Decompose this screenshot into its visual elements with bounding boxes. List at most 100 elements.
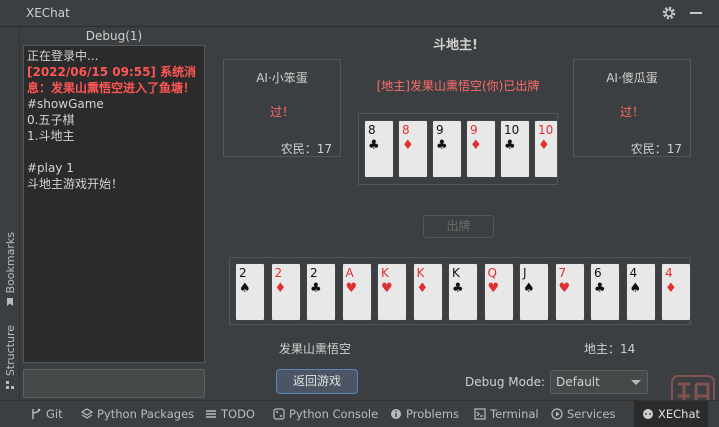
play-cards-button[interactable]: 出牌	[423, 215, 494, 238]
playing-card[interactable]: 7 ♥	[554, 263, 585, 321]
debug-mode-label: Debug Mode:	[465, 375, 546, 389]
card-suit-icon: ♦	[538, 138, 550, 153]
playing-card[interactable]: 2 ♠	[235, 263, 265, 321]
playing-card[interactable]: K ♣	[448, 263, 478, 321]
card-rank: 9	[436, 123, 444, 137]
card-suit-icon: ♠	[523, 281, 535, 296]
card-suit-icon: ♦	[416, 281, 429, 296]
layers-icon	[81, 408, 93, 419]
tab-terminal-label: Terminal	[490, 407, 539, 421]
log-line: 正在登录中...	[27, 49, 99, 63]
playing-card: 8 ♣	[364, 120, 394, 178]
debug-panel: Debug(1) 正在登录中... [2022/06/15 09:55] 系统消息…	[23, 27, 205, 399]
log-line: 0.五子棋	[27, 113, 75, 127]
card-rank: J	[523, 266, 527, 280]
card-suit-icon: ♥	[487, 281, 500, 296]
debug-mode-value: Default	[556, 375, 600, 389]
bookmark-icon	[7, 298, 13, 307]
tab-git-label: Git	[46, 407, 63, 421]
back-to-game-button[interactable]: 返回游戏	[276, 369, 358, 394]
playing-card: 10 ♣	[500, 120, 530, 178]
card-suit-icon: ♥	[345, 281, 358, 296]
info-icon	[391, 409, 401, 419]
tab-xechat[interactable]: XEChat	[634, 401, 709, 427]
card-suit-icon: ♣	[452, 281, 464, 296]
bottom-tool-bar: Git Python Packages TODO Python Console …	[0, 400, 719, 427]
debug-log: 正在登录中... [2022/06/15 09:55] 系统消息：发果山熏悟空进入…	[23, 45, 205, 363]
list-icon	[206, 410, 216, 418]
card-rank: 6	[594, 266, 602, 280]
playing-card[interactable]: 4 ♠	[625, 263, 656, 321]
ai-player-left: AI·小笨蛋 过！ 农民：17	[223, 59, 341, 157]
tab-services[interactable]: Services	[551, 401, 616, 427]
tab-services-label: Services	[567, 407, 616, 421]
play-icon	[551, 408, 563, 420]
card-suit-icon: ♥	[381, 281, 393, 296]
title-bar: XEChat	[0, 0, 719, 27]
log-line: #showGame	[27, 97, 104, 111]
ai-left-role: 农民：17	[280, 142, 332, 156]
tab-todo-label: TODO	[221, 407, 255, 421]
tab-git[interactable]: Git	[30, 401, 63, 427]
tab-xechat-label: XEChat	[658, 407, 701, 421]
card-suit-icon: ♣	[436, 138, 448, 153]
structure-tab-label: Structure	[3, 325, 17, 377]
game-area: 斗地主! AI·小笨蛋 过！ 农民：17 [地主]发果山熏悟空(你)已出牌 8 ♣…	[208, 27, 719, 400]
card-rank: K	[452, 266, 460, 280]
playing-card[interactable]: 2 ♣	[306, 263, 336, 321]
playing-card[interactable]: 2 ♦	[270, 263, 301, 321]
ai-left-status: 过！	[269, 105, 294, 119]
card-rank: 8	[368, 123, 376, 137]
card-suit-icon: ♣	[368, 138, 380, 153]
card-suit-icon: ♦	[470, 138, 482, 153]
card-rank: 8	[402, 123, 410, 137]
played-cards-area: 8 ♣ 8 ♦ 9 ♣ 9 ♦ 10 ♣ 10 ♦	[358, 113, 558, 185]
gear-icon[interactable]	[661, 5, 677, 21]
card-suit-icon: ♦	[274, 281, 287, 296]
bookmarks-tab-label: Bookmarks	[3, 232, 17, 294]
tab-todo[interactable]: TODO	[205, 401, 255, 427]
card-suit-icon: ♦	[402, 138, 414, 153]
chevron-down-icon	[631, 380, 641, 385]
playing-card[interactable]: A ♥	[341, 263, 372, 321]
tab-python-console[interactable]: Python Console	[273, 401, 378, 427]
log-line: #play 1	[27, 161, 74, 175]
debug-mode-select[interactable]: Default	[550, 370, 648, 394]
python-icon	[273, 408, 285, 420]
tab-problems[interactable]: Problems	[390, 401, 459, 427]
playing-card: 10 ♦	[534, 120, 557, 178]
debug-title: Debug(1)	[85, 29, 143, 43]
ai-left-name: AI·小笨蛋	[256, 71, 308, 85]
ai-right-status: 过！	[619, 105, 644, 119]
card-rank: A	[345, 266, 354, 280]
structure-icon	[6, 381, 14, 390]
ai-player-right: AI·傻瓜蛋 过！ 农民：17	[573, 59, 691, 157]
playing-card[interactable]: J ♠	[519, 263, 549, 321]
ai-right-name: AI·傻瓜蛋	[606, 71, 658, 85]
command-input[interactable]	[23, 369, 205, 398]
structure-tab[interactable]: Structure	[1, 325, 19, 390]
game-title: 斗地主!	[433, 38, 478, 53]
playing-card[interactable]: 6 ♣	[590, 263, 620, 321]
playing-card[interactable]: K ♥	[377, 263, 407, 321]
tab-python-console-label: Python Console	[289, 407, 379, 421]
terminal-icon	[474, 408, 486, 420]
card-rank: 7	[558, 266, 567, 280]
card-rank: Q	[487, 266, 497, 280]
card-rank: 9	[470, 123, 478, 137]
playing-card[interactable]: 4 ♦	[661, 263, 691, 321]
card-rank: 2	[310, 266, 318, 280]
card-suit-icon: ♣	[594, 281, 606, 296]
playing-card[interactable]: K ♦	[412, 263, 443, 321]
tab-python-packages-label: Python Packages	[97, 407, 195, 421]
card-rank: 2	[274, 266, 283, 280]
bookmarks-tab[interactable]: Bookmarks	[1, 232, 19, 307]
playing-card[interactable]: Q ♥	[483, 263, 514, 321]
minimize-icon[interactable]	[690, 12, 702, 14]
tab-python-packages[interactable]: Python Packages	[81, 401, 194, 427]
card-rank: 4	[665, 266, 673, 280]
card-suit-icon: ♠	[629, 281, 642, 296]
playing-card: 9 ♣	[432, 120, 462, 178]
tab-terminal[interactable]: Terminal	[474, 401, 539, 427]
